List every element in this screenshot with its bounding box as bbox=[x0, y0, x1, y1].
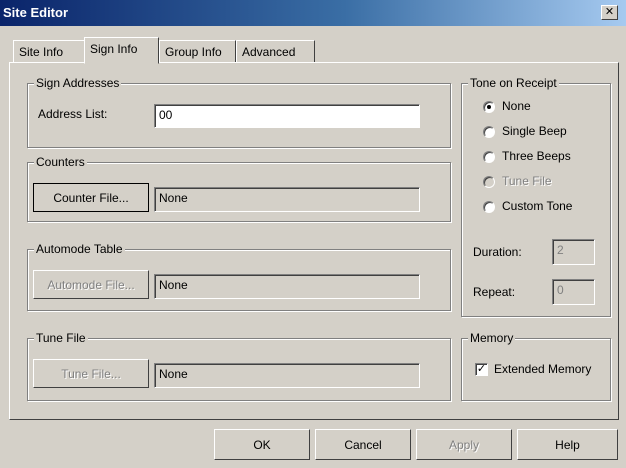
tab-advanced[interactable]: Advanced bbox=[236, 40, 315, 63]
tone-custom-tone-radio[interactable] bbox=[483, 201, 495, 213]
tab-label: Sign Info bbox=[90, 42, 138, 56]
automode-file-button[interactable]: Automode File... bbox=[33, 270, 149, 299]
duration-label: Duration: bbox=[473, 245, 522, 259]
repeat-label: Repeat: bbox=[473, 285, 516, 299]
tone-single-beep-radio[interactable] bbox=[483, 126, 495, 138]
button-label: Counter File... bbox=[53, 191, 129, 205]
counters-group: Counters Counter File... None bbox=[27, 155, 451, 222]
extended-memory-label: Extended Memory bbox=[494, 362, 592, 376]
tone-custom-tone-label: Custom Tone bbox=[502, 199, 573, 213]
tone-none-label: None bbox=[502, 99, 531, 113]
button-label: OK bbox=[253, 438, 271, 452]
automode-file-field: None bbox=[154, 274, 420, 299]
group-title: Memory bbox=[468, 331, 516, 345]
tone-single-beep-label: Single Beep bbox=[502, 124, 567, 138]
tab-label: Site Info bbox=[19, 45, 64, 59]
cancel-button[interactable]: Cancel bbox=[315, 429, 411, 460]
address-list-input[interactable]: 00 bbox=[154, 104, 420, 128]
title-bar[interactable]: Site Editor ✕ bbox=[0, 0, 626, 26]
counter-file-button[interactable]: Counter File... bbox=[33, 183, 149, 212]
tab-panel-sign-info: Sign Addresses Address List: 00 Counters… bbox=[9, 62, 619, 420]
button-label: Cancel bbox=[344, 438, 382, 452]
address-list-label: Address List: bbox=[38, 107, 108, 121]
group-title: Counters bbox=[34, 155, 87, 169]
help-button[interactable]: Help bbox=[517, 429, 618, 460]
tab-label: Group Info bbox=[165, 45, 222, 59]
tone-tune-file-label: Tune File bbox=[502, 174, 552, 188]
tone-tune-file-radio[interactable] bbox=[483, 176, 495, 188]
close-icon[interactable]: ✕ bbox=[601, 5, 618, 20]
tune-file-field: None bbox=[154, 363, 420, 388]
tone-three-beeps-radio[interactable] bbox=[483, 151, 495, 163]
counter-file-field: None bbox=[154, 187, 420, 212]
tune-file-group: Tune File Tune File... None bbox=[27, 331, 451, 401]
tab-sign-info[interactable]: Sign Info bbox=[84, 37, 159, 64]
button-label: Help bbox=[555, 438, 580, 452]
extended-memory-checkbox[interactable]: ✓ bbox=[475, 363, 488, 376]
group-title: Automode Table bbox=[34, 242, 125, 256]
group-title: Tone on Receipt bbox=[468, 76, 559, 90]
button-label: Tune File... bbox=[61, 367, 121, 381]
group-title: Sign Addresses bbox=[34, 76, 122, 90]
ok-button[interactable]: OK bbox=[214, 429, 310, 460]
apply-button[interactable]: Apply bbox=[416, 429, 512, 460]
window-title: Site Editor bbox=[3, 5, 69, 20]
repeat-input[interactable]: 0 bbox=[552, 279, 595, 305]
tab-site-info[interactable]: Site Info bbox=[13, 40, 85, 63]
group-title: Tune File bbox=[34, 331, 88, 345]
tone-on-receipt-group: Tone on Receipt None Single Beep Three B… bbox=[461, 76, 611, 317]
radio-selected-dot bbox=[487, 105, 491, 109]
tab-label: Advanced bbox=[242, 45, 296, 59]
button-label: Automode File... bbox=[47, 278, 135, 292]
tune-file-button[interactable]: Tune File... bbox=[33, 359, 149, 388]
tone-none-radio[interactable] bbox=[483, 101, 495, 113]
automode-table-group: Automode Table Automode File... None bbox=[27, 242, 451, 311]
duration-input[interactable]: 2 bbox=[552, 239, 595, 265]
tone-three-beeps-label: Three Beeps bbox=[502, 149, 571, 163]
memory-group: Memory ✓ Extended Memory bbox=[461, 331, 611, 401]
button-label: Apply bbox=[448, 438, 480, 452]
tab-group-info[interactable]: Group Info bbox=[159, 40, 236, 63]
sign-addresses-group: Sign Addresses Address List: 00 bbox=[27, 76, 451, 148]
